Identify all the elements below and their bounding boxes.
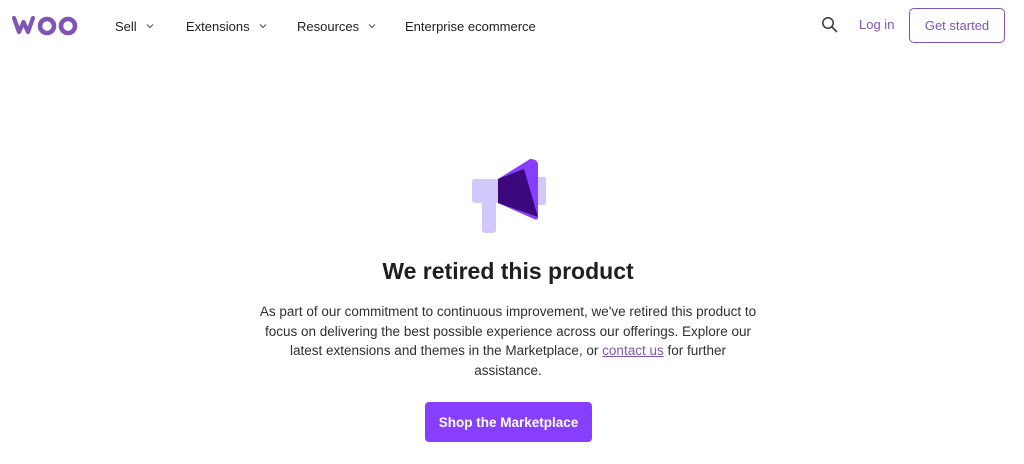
nav-resources-label: Resources xyxy=(297,18,360,34)
contact-us-link[interactable]: contact us xyxy=(602,343,664,358)
nav-sell-label: Sell xyxy=(115,18,137,34)
site-header: Sell Extensions Resources Enterprise eco… xyxy=(0,0,1024,50)
chevron-down-icon xyxy=(368,24,376,29)
chevron-down-icon xyxy=(146,24,154,29)
login-link[interactable]: Log in xyxy=(859,17,894,32)
nav-enterprise-label: Enterprise ecommerce xyxy=(405,18,536,34)
shop-marketplace-button[interactable]: Shop the Marketplace xyxy=(425,402,592,442)
get-started-button[interactable]: Get started xyxy=(909,8,1005,43)
megaphone-icon xyxy=(472,159,546,233)
nav-extensions[interactable]: Extensions xyxy=(186,17,267,35)
get-started-label: Get started xyxy=(924,18,990,33)
chevron-down-icon xyxy=(259,24,266,29)
page-title: We retired this product xyxy=(382,258,634,284)
nav-extensions-label: Extensions xyxy=(186,18,250,34)
retired-message: As part of our commitment to continuous … xyxy=(258,302,758,380)
nav-resources[interactable]: Resources xyxy=(297,17,376,35)
shop-marketplace-label: Shop the Marketplace xyxy=(438,414,579,430)
nav-sell[interactable]: Sell xyxy=(115,17,154,35)
search-icon[interactable] xyxy=(821,16,838,33)
nav-enterprise-ecommerce[interactable]: Enterprise ecommerce xyxy=(405,17,536,35)
woo-logo[interactable] xyxy=(12,13,80,37)
